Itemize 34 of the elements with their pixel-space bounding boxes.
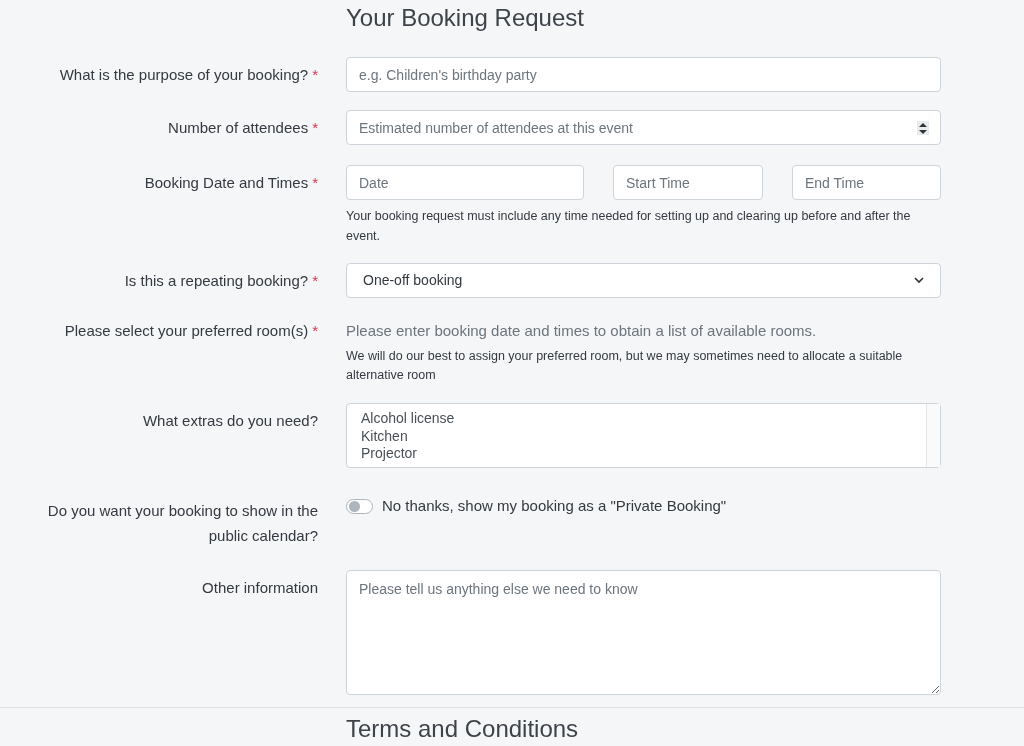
number-input[interactable]: Estimated number of attendees at this event [346, 110, 941, 145]
form-title: Your Booking Request [346, 3, 585, 32]
required-asterisk: * [312, 322, 318, 339]
required-asterisk: * [312, 272, 318, 289]
extras-listbox[interactable]: Alcohol license Kitchen Projector [346, 403, 941, 468]
field-label: Do you want your booking to show in the public calendar? [47, 502, 318, 544]
field-label: Is this a repeating booking? [124, 272, 309, 289]
date-input[interactable]: Date [346, 165, 584, 200]
chevron-down-icon [914, 277, 924, 284]
start-time-input[interactable]: Start Time [613, 165, 763, 200]
field-label: What is the purpose of your booking? [59, 66, 309, 83]
repeat-select[interactable]: One-off booking [346, 263, 941, 298]
field-label: Other information [202, 579, 318, 596]
field-label: Number of attendees [168, 119, 309, 136]
help-text: Your booking request must include any time needed for setting up and clearing up before and after the event. [346, 208, 912, 245]
required-asterisk: * [312, 174, 318, 191]
extra-option[interactable]: Projector [361, 445, 926, 463]
toggle-label: No thanks, show my booking as a "Private Booking" [382, 496, 727, 516]
extra-option[interactable]: Kitchen [361, 427, 926, 445]
calendar-toggle[interactable] [346, 498, 373, 514]
scrollbar-track[interactable] [926, 404, 940, 467]
field-label: What extras do you need? [142, 412, 318, 429]
required-asterisk: * [312, 66, 318, 83]
field-label: Please select your preferred room(s) [64, 322, 309, 339]
end-time-input[interactable]: End Time [792, 165, 941, 200]
rooms-message: Please enter booking date and times to obtain a list of available rooms. [346, 321, 818, 341]
text-input[interactable]: e.g. Children's birthday party [346, 57, 941, 92]
extra-option[interactable]: Alcohol license [361, 410, 926, 428]
required-asterisk: * [312, 119, 318, 136]
field-label: Booking Date and Times [144, 174, 309, 191]
section-heading: Terms and Conditions [346, 716, 580, 742]
spinner-icon[interactable] [917, 121, 929, 135]
other-info-textarea[interactable]: Please tell us anything else we need to know [346, 570, 941, 695]
help-text: We will do our best to assign your preferred room, but we may sometimes need to allocate a suitable alternative room [346, 348, 904, 384]
